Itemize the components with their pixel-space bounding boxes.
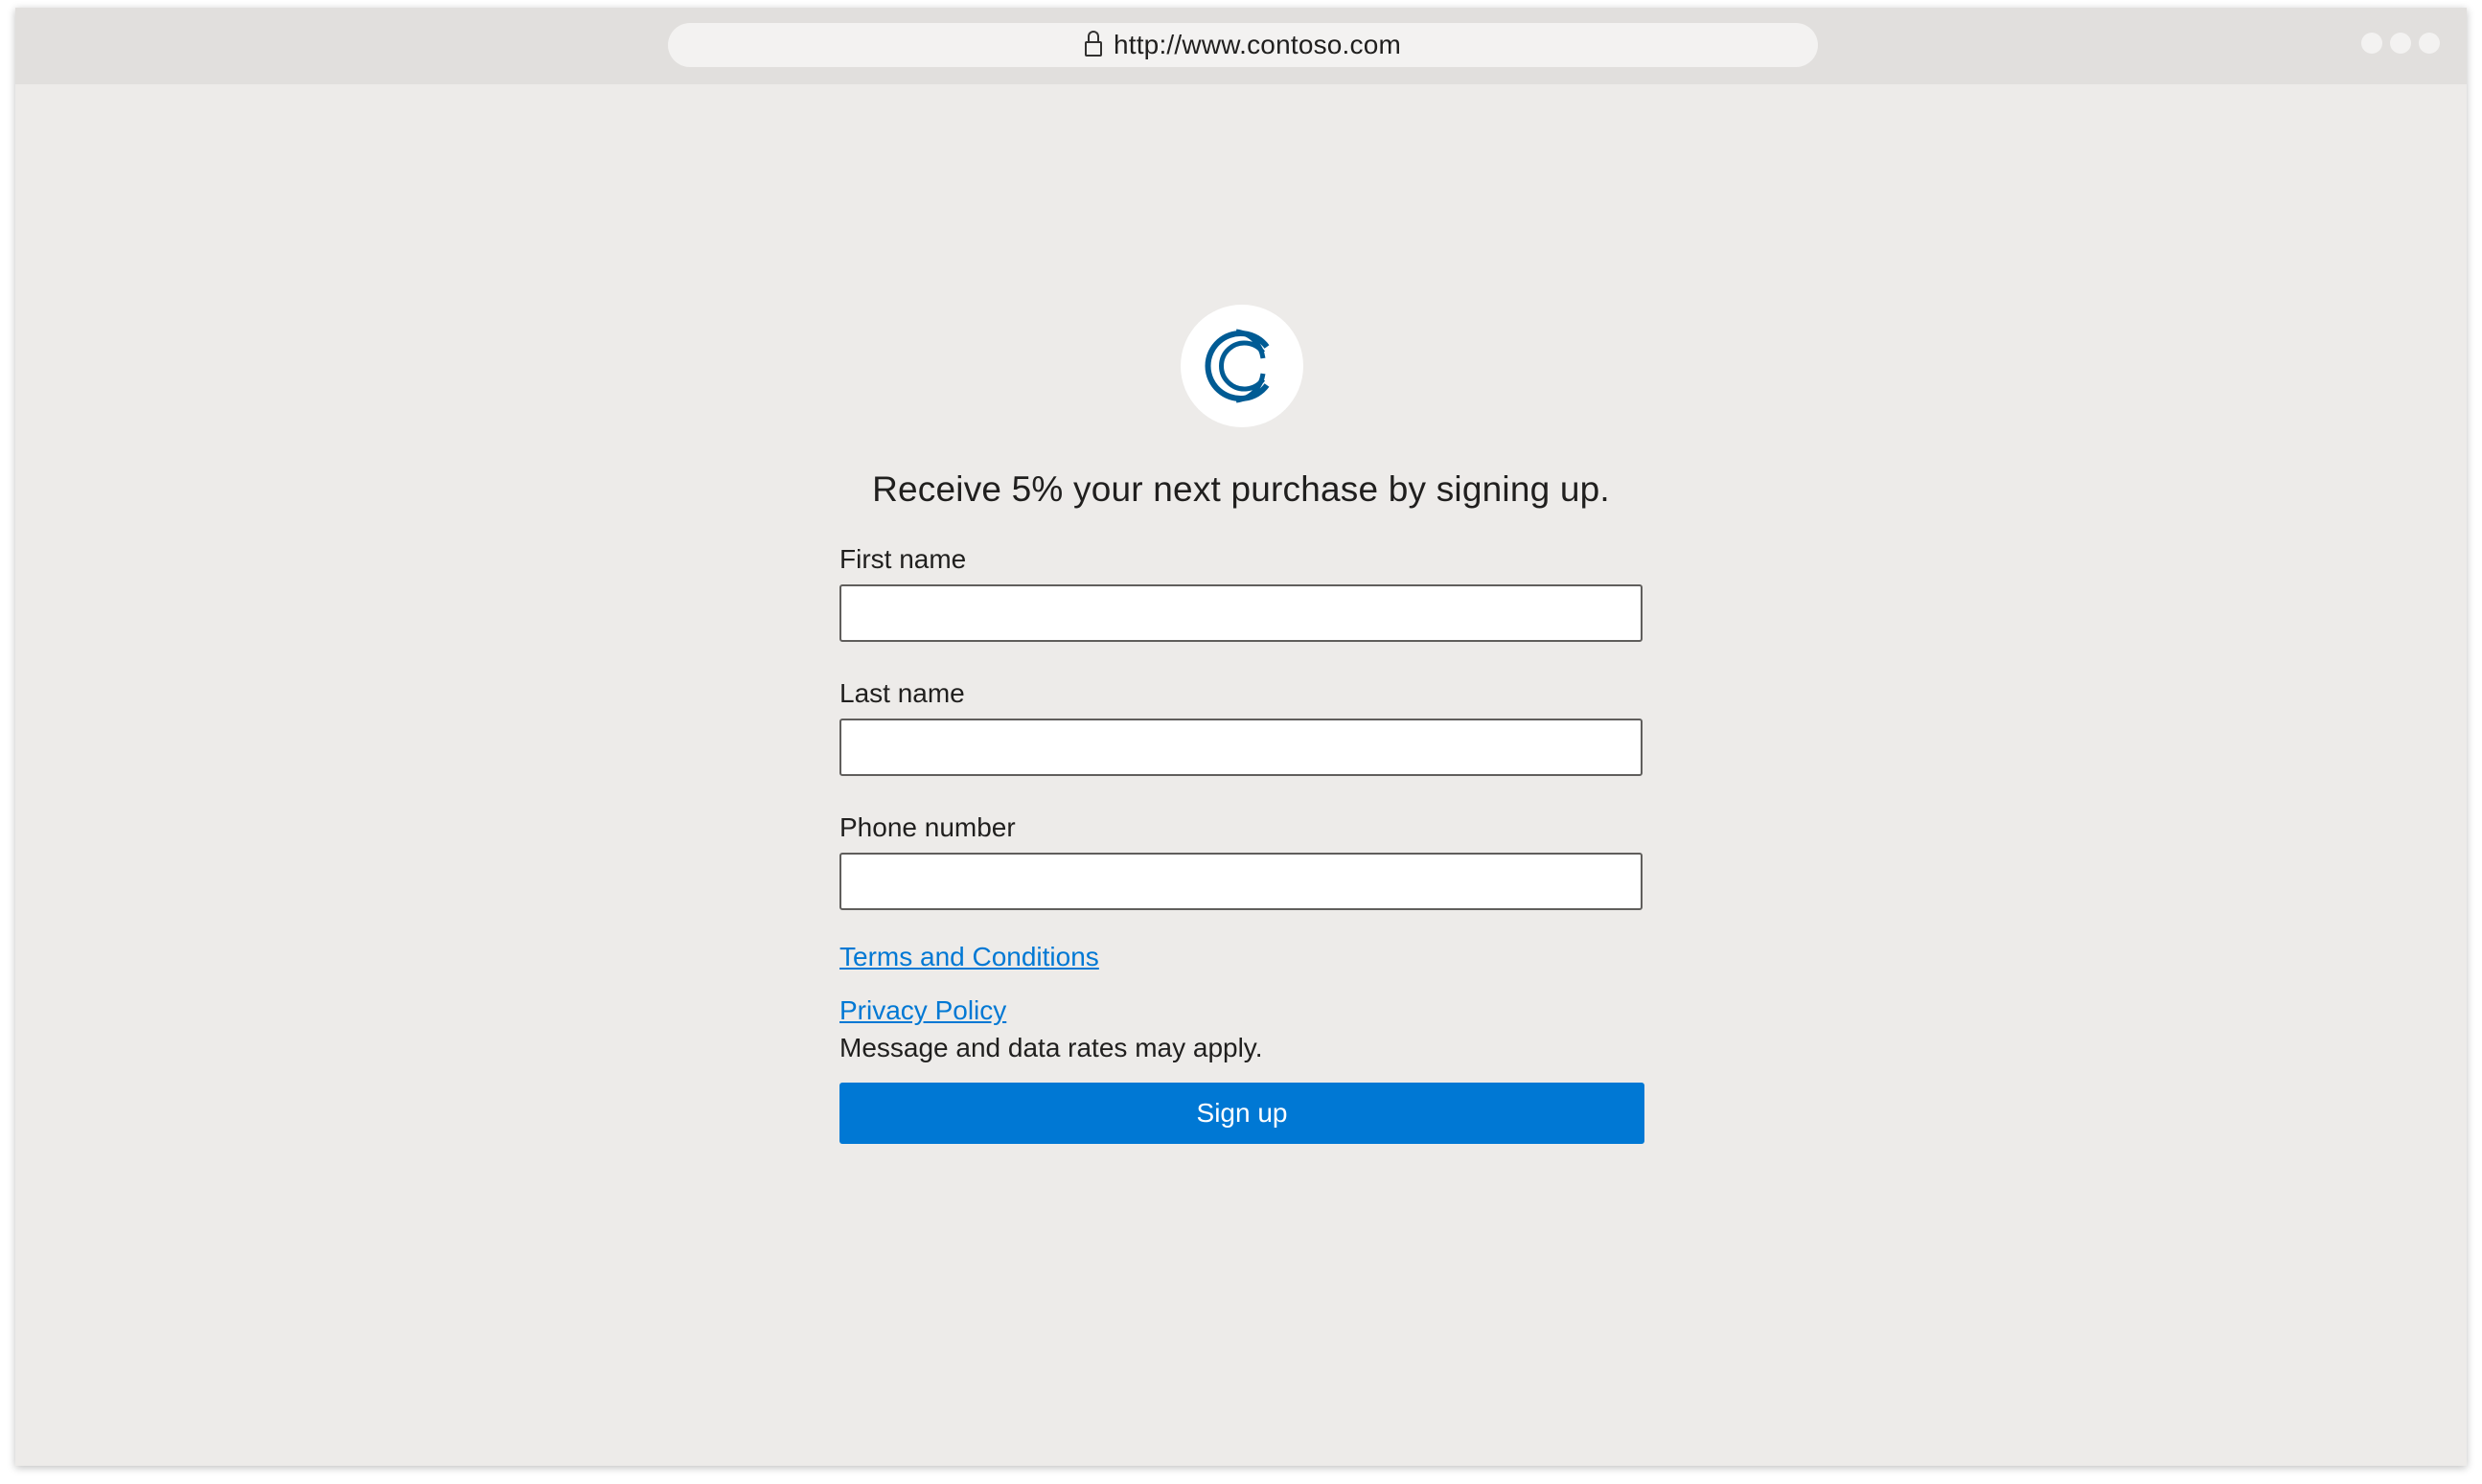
- address-bar[interactable]: http://www.contoso.com: [668, 23, 1818, 67]
- privacy-policy-link[interactable]: Privacy Policy: [839, 995, 1006, 1026]
- window-controls: [2361, 33, 2440, 54]
- last-name-label: Last name: [839, 678, 965, 708]
- signup-headline: Receive 5% your next purchase by signing…: [872, 469, 1610, 509]
- phone-number-field[interactable]: [839, 853, 1643, 910]
- window-control-dot[interactable]: [2419, 33, 2440, 54]
- window-control-dot[interactable]: [2390, 33, 2411, 54]
- lock-icon: [1084, 31, 1102, 57]
- window-control-dot[interactable]: [2361, 33, 2382, 54]
- url-text: http://www.contoso.com: [1113, 30, 1402, 59]
- phone-number-label: Phone number: [839, 812, 1016, 842]
- last-name-field[interactable]: [839, 719, 1643, 776]
- terms-and-conditions-link[interactable]: Terms and Conditions: [839, 942, 1099, 972]
- browser-titlebar: http://www.contoso.com: [15, 8, 2467, 84]
- rates-notice: Message and data rates may apply.: [839, 1033, 1263, 1062]
- first-name-label: First name: [839, 544, 967, 574]
- first-name-field[interactable]: [839, 584, 1643, 642]
- sign-up-button[interactable]: Sign up: [839, 1083, 1644, 1144]
- browser-window: http://www.contoso.com Receive 5% your n…: [15, 8, 2467, 1466]
- contoso-c-logo: [1181, 305, 1303, 427]
